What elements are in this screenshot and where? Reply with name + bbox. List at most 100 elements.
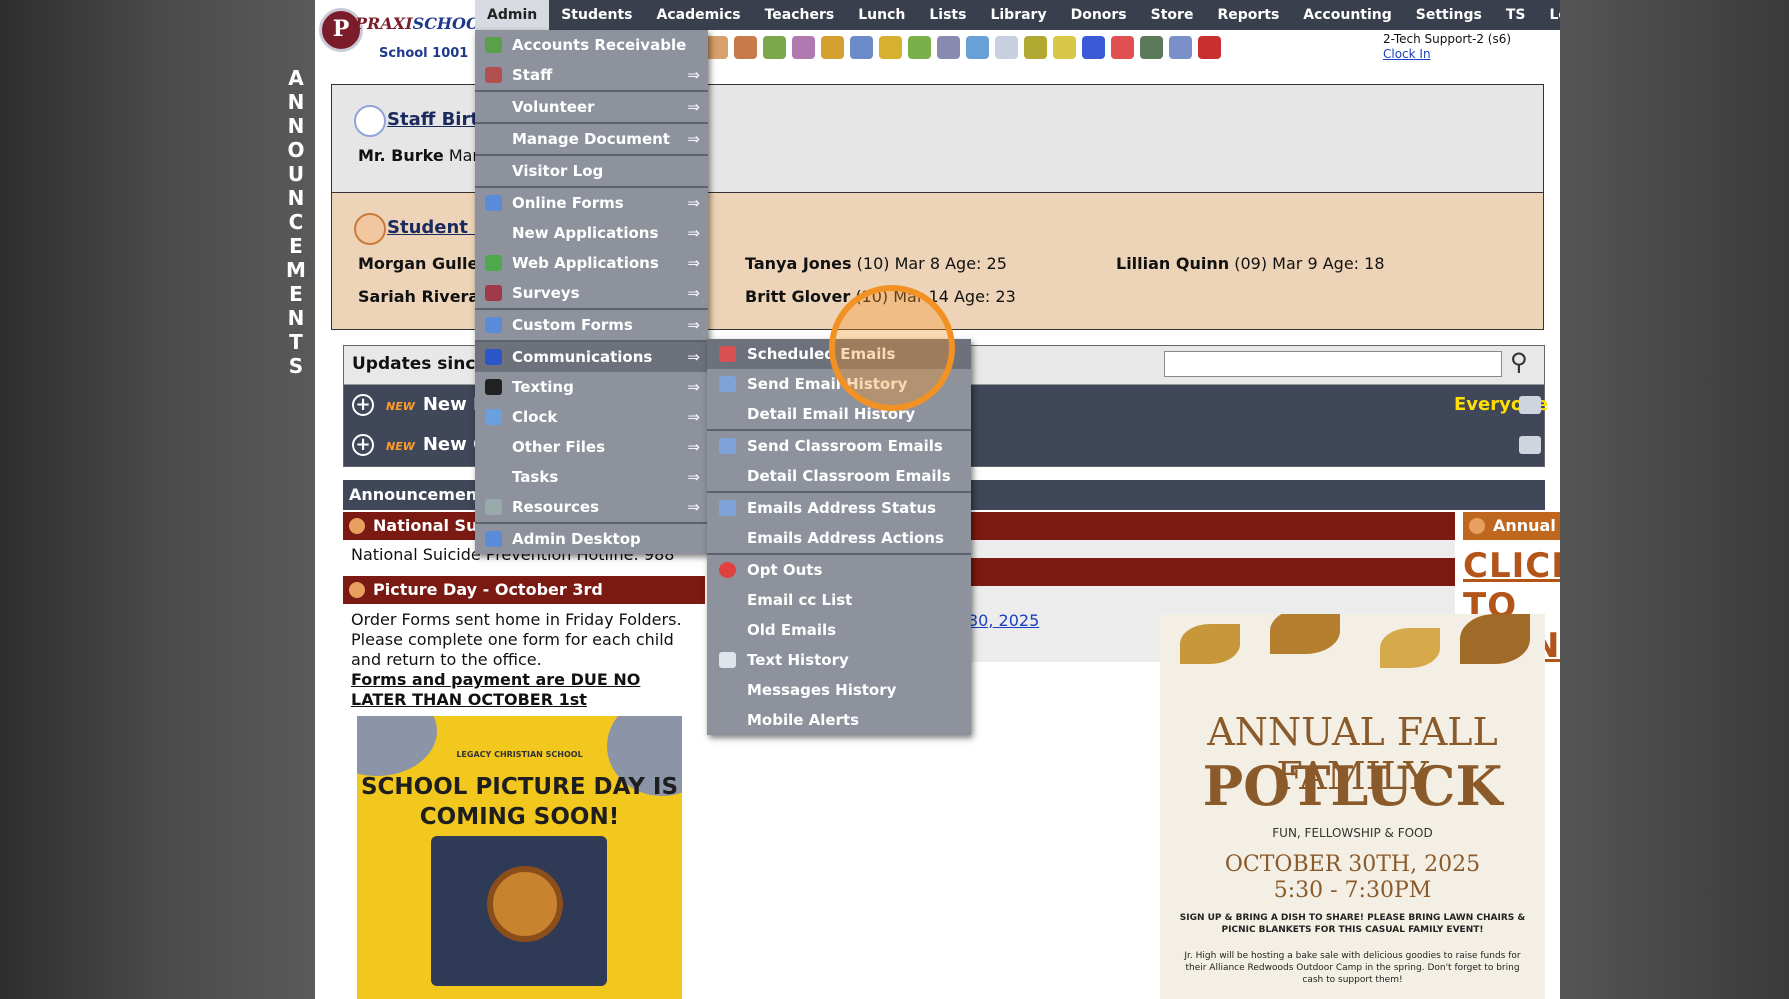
menu-item-other-files[interactable]: Other Files ⇒ [475, 432, 708, 462]
toolbar-shortcut-icon[interactable] [1024, 35, 1047, 59]
menu-item-label: Accounts Receivable [512, 36, 687, 54]
phone-icon [719, 652, 736, 668]
toolbar-shortcut-icon[interactable] [937, 35, 960, 59]
submenu-item-messages-history[interactable]: Messages History [707, 675, 971, 705]
menu-item-texting[interactable]: Texting ⇒ [475, 372, 708, 402]
submenu-item-label: Opt Outs [747, 561, 823, 579]
submenu-item-emails-address-actions[interactable]: Emails Address Actions [707, 523, 971, 553]
toolbar-shortcut-icon[interactable] [908, 35, 931, 59]
menu-item-label: Communications [512, 348, 653, 366]
announcement-deadline: Forms and payment are DUE NO LATER THAN … [351, 670, 641, 709]
menu-item-tasks[interactable]: Tasks ⇒ [475, 462, 708, 492]
expand-icon[interactable]: + [352, 394, 374, 416]
menu-item-accounts-receivable[interactable]: Accounts Receivable [475, 30, 708, 60]
nav-students[interactable]: Students [549, 0, 644, 30]
menu-item-new-applications[interactable]: New Applications ⇒ [475, 218, 708, 248]
announcements-vertical-label[interactable]: ANNOUNCEMENTS [286, 66, 306, 378]
menu-item-surveys[interactable]: Surveys ⇒ [475, 278, 708, 308]
nav-reports[interactable]: Reports [1205, 0, 1291, 30]
submenu-arrow-icon: ⇒ [687, 378, 700, 396]
submenu-item-old-emails[interactable]: Old Emails [707, 615, 971, 645]
menu-item-volunteer[interactable]: Volunteer ⇒ [475, 90, 708, 122]
submenu-item-detail-classroom-emails[interactable]: Detail Classroom Emails [707, 461, 971, 491]
nav-academics[interactable]: Academics [644, 0, 752, 30]
nav-library[interactable]: Library [978, 0, 1058, 30]
praxischool-logo[interactable]: P PRAXISCHOOL School 1001 [315, 0, 491, 62]
nav-lunch[interactable]: Lunch [846, 0, 917, 30]
toolbar-shortcut-icon[interactable] [734, 35, 757, 59]
nav-donors[interactable]: Donors [1059, 0, 1139, 30]
menu-item-custom-forms[interactable]: Custom Forms ⇒ [475, 308, 708, 340]
toolbar-shortcut-icon[interactable] [879, 35, 902, 59]
submenu-item-email-cc-list[interactable]: Email cc List [707, 585, 971, 615]
student-birthdays-title[interactable]: Student B [387, 217, 488, 238]
toolbar-shortcut-icon[interactable] [821, 35, 844, 59]
close-circle-icon [719, 562, 736, 578]
toolbar-shortcut-icon[interactable] [1169, 35, 1192, 59]
submenu-item-send-classroom-emails[interactable]: Send Classroom Emails [707, 429, 971, 461]
announcement-title[interactable]: Picture Day - October 3rd [343, 576, 705, 604]
toolbar-shortcut-icon[interactable] [1198, 35, 1221, 59]
toolbar-shortcut-icon[interactable] [705, 35, 728, 59]
menu-item-web-applications[interactable]: Web Applications ⇒ [475, 248, 708, 278]
toolbar-shortcut-icon[interactable] [763, 35, 786, 59]
toolbar-shortcut-icon[interactable] [995, 35, 1018, 59]
printer-icon[interactable] [1519, 436, 1541, 454]
submenu-item-detail-email-history[interactable]: Detail Email History [707, 399, 971, 429]
poster-date: OCTOBER 30TH, 2025 [1224, 852, 1481, 877]
toolbar-shortcut-icon[interactable] [1082, 35, 1105, 59]
nav-logout[interactable]: Logout [1538, 0, 1561, 30]
announcement-title[interactable]: Annual Fall Family Potluck [1463, 512, 1560, 540]
menu-item-resources[interactable]: Resources ⇒ [475, 492, 708, 522]
nav-accounting[interactable]: Accounting [1291, 0, 1403, 30]
poster-title: POTLUCK [1202, 754, 1503, 818]
poster-title: SCHOOL PICTURE DAY IS COMING SOON! [360, 774, 679, 830]
menu-item-admin-desktop[interactable]: Admin Desktop [475, 522, 708, 554]
toolbar-shortcut-icon[interactable] [792, 35, 815, 59]
menu-item-label: Texting [512, 378, 574, 396]
form-icon [485, 317, 502, 333]
envelope-icon [719, 500, 736, 516]
nav-settings[interactable]: Settings [1404, 0, 1494, 30]
menu-item-staff[interactable]: Staff ⇒ [475, 60, 708, 90]
search-icon[interactable]: ⚲ [1510, 348, 1528, 376]
submenu-item-text-history[interactable]: Text History [707, 645, 971, 675]
top-navigation: Admin Students Academics Teachers Lunch Lists… [475, 0, 1560, 30]
expand-icon[interactable]: + [352, 434, 374, 456]
nav-store[interactable]: Store [1139, 0, 1206, 30]
menu-item-visitor-log[interactable]: Visitor Log [475, 154, 708, 186]
phone-icon [485, 379, 502, 395]
toolbar-shortcut-icon[interactable] [850, 35, 873, 59]
menu-item-label: Visitor Log [512, 162, 604, 180]
search-input[interactable] [1164, 351, 1502, 377]
toolbar-shortcut-icon[interactable] [966, 35, 989, 59]
toolbar-shortcut-icon[interactable] [1140, 35, 1163, 59]
menu-item-clock[interactable]: Clock ⇒ [475, 402, 708, 432]
updates-row[interactable]: + NEW New E [352, 394, 485, 416]
submenu-arrow-icon: ⇒ [687, 224, 700, 242]
nav-lists[interactable]: Lists [917, 0, 978, 30]
cake-icon [354, 213, 386, 245]
announcements-letter: O [287, 138, 305, 162]
nav-ts[interactable]: TS [1494, 0, 1538, 30]
submenu-arrow-icon: ⇒ [687, 468, 700, 486]
menu-item-online-forms[interactable]: Online Forms ⇒ [475, 186, 708, 218]
menu-item-manage-document[interactable]: Manage Document ⇒ [475, 122, 708, 154]
submenu-item-opt-outs[interactable]: Opt Outs [707, 553, 971, 585]
announcement-link[interactable]: 30, 2025 [968, 611, 1039, 631]
submenu-item-mobile-alerts[interactable]: Mobile Alerts [707, 705, 971, 735]
announcements-letter: S [288, 354, 304, 378]
nav-admin[interactable]: Admin [475, 0, 550, 30]
updates-row[interactable]: + NEW New C [352, 434, 486, 456]
survey-icon [485, 285, 502, 301]
clock-in-link[interactable]: Clock In [1383, 47, 1511, 62]
staff-birthdays-title[interactable]: Staff Birt [387, 109, 479, 130]
submenu-arrow-icon: ⇒ [687, 284, 700, 302]
printer-icon[interactable] [1519, 396, 1541, 414]
menu-item-communications[interactable]: Communications ⇒ [475, 340, 708, 372]
submenu-item-emails-address-status[interactable]: Emails Address Status [707, 491, 971, 523]
menu-item-label: New Applications [512, 224, 659, 242]
nav-teachers[interactable]: Teachers [753, 0, 847, 30]
toolbar-shortcut-icon[interactable] [1053, 35, 1076, 59]
toolbar-shortcut-icon[interactable] [1111, 35, 1134, 59]
